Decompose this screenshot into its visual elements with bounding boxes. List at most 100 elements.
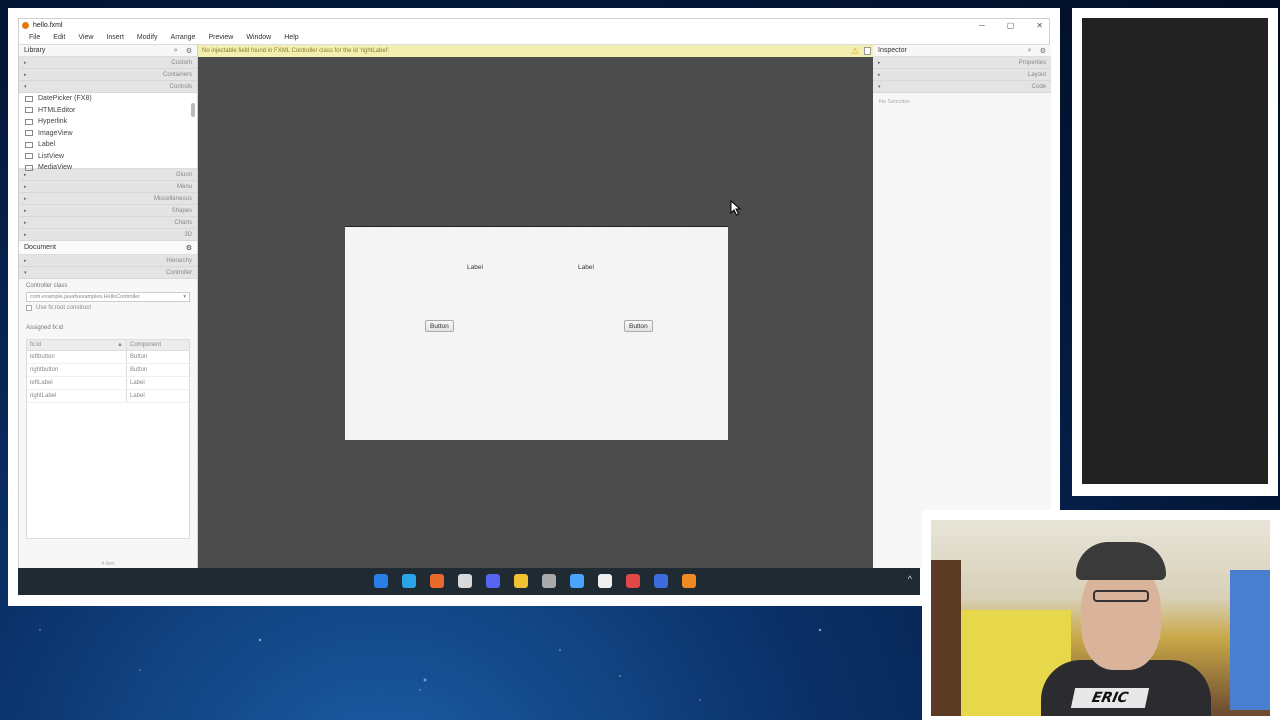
chrome-icon[interactable]: [458, 574, 472, 588]
document-header: Document ⚙: [19, 241, 197, 255]
menu-arrange[interactable]: Arrange: [171, 34, 196, 41]
library-header: Library ⌕ ⚙: [19, 45, 197, 57]
discord-icon[interactable]: [486, 574, 500, 588]
search-tool-icon[interactable]: [570, 574, 584, 588]
menu-view[interactable]: View: [78, 34, 93, 41]
document-icon[interactable]: [864, 47, 871, 55]
library-scrollbar[interactable]: [191, 103, 195, 117]
table-row[interactable]: rightbutton Button: [27, 364, 189, 377]
edge-icon[interactable]: [402, 574, 416, 588]
blue-flag: [1230, 570, 1270, 710]
window-title: hello.fxml: [33, 21, 63, 29]
obs-icon[interactable]: [626, 574, 640, 588]
inspector-section-layout[interactable]: ▸ Layout: [873, 69, 1051, 81]
library-item-list: DatePicker (FX8) HTMLEditor Hyperlink Im…: [19, 93, 197, 171]
library-section-custom[interactable]: ▸ Custom: [19, 57, 197, 69]
document-section-controller[interactable]: ▾ Controller: [19, 267, 197, 279]
warning-message-bar[interactable]: No injectable field found in FXML Contro…: [198, 45, 873, 57]
warning-icon[interactable]: ⚠: [851, 46, 859, 57]
menu-preview[interactable]: Preview: [208, 34, 233, 41]
gear-icon[interactable]: ⚙: [186, 47, 192, 55]
chevron-down-icon: ▾: [24, 269, 27, 276]
inspector-header: Inspector ⌕ ⚙: [873, 45, 1051, 57]
chevron-right-icon: ▸: [24, 219, 27, 226]
left-label[interactable]: Label: [467, 264, 483, 271]
chevron-right-icon: ▸: [24, 257, 27, 264]
table-row[interactable]: leftbutton Button: [27, 351, 189, 364]
controller-area: Controller class com.example.javafxexamp…: [19, 279, 197, 335]
table-row[interactable]: rightLabel Label: [27, 390, 189, 403]
intellij-icon[interactable]: [654, 574, 668, 588]
terminal-icon[interactable]: [542, 574, 556, 588]
library-item[interactable]: DatePicker (FX8): [19, 93, 197, 105]
inspector-section-code[interactable]: ▾ Code: [873, 81, 1051, 93]
maximize-icon[interactable]: ▢: [1007, 21, 1015, 30]
start-icon[interactable]: [374, 574, 388, 588]
fx-root-label: Use fx:root construct: [36, 305, 92, 311]
close-icon[interactable]: ✕: [1036, 21, 1043, 30]
taskbar: ^: [18, 568, 920, 595]
assigned-fields-label: Assigned fx:id: [26, 325, 64, 331]
library-section-shapes[interactable]: ▸ Shapes: [19, 205, 197, 217]
library-section-menu[interactable]: ▸ Menu: [19, 181, 197, 193]
library-section-miscellaneous[interactable]: ▸ Miscellaneous: [19, 193, 197, 205]
scene-builder-icon[interactable]: [682, 574, 696, 588]
hyperlink-icon: [25, 118, 33, 125]
inspector-section-properties[interactable]: ▸ Properties: [873, 57, 1051, 69]
controller-class-combobox[interactable]: com.example.javafxexamples.HelloControll…: [26, 292, 190, 302]
menu-help[interactable]: Help: [284, 34, 298, 41]
column-header-component[interactable]: Component: [127, 340, 189, 350]
fx-root-checkbox-row[interactable]: Use fx:root construct: [26, 305, 190, 311]
design-canvas-pane[interactable]: Label Label Button Button: [345, 226, 728, 440]
library-item[interactable]: Label: [19, 139, 197, 151]
menu-window[interactable]: Window: [246, 34, 271, 41]
media-player-icon[interactable]: [598, 574, 612, 588]
chevron-right-icon: ▸: [24, 71, 27, 78]
menu-file[interactable]: File: [29, 34, 40, 41]
menu-edit[interactable]: Edit: [53, 34, 65, 41]
inspector-panel: Inspector ⌕ ⚙ ▸ Properties ▸ Layout ▾ Code N…: [873, 45, 1051, 569]
chevron-right-icon: ▸: [878, 59, 881, 66]
search-icon[interactable]: ⌕: [1028, 47, 1032, 55]
menu-insert[interactable]: Insert: [106, 34, 124, 41]
glasses: [1093, 590, 1149, 602]
library-section-controls[interactable]: ▾ Controls: [19, 81, 197, 93]
file-explorer-icon[interactable]: [514, 574, 528, 588]
chevron-up-icon[interactable]: ^: [908, 574, 912, 584]
assigned-fields-table: fx:id ▲ Component leftbutton Button rightb…: [26, 339, 190, 539]
search-icon[interactable]: ⌕: [174, 47, 178, 55]
right-label[interactable]: Label: [578, 264, 594, 271]
cap: [1076, 542, 1166, 580]
left-button[interactable]: Button: [425, 320, 454, 332]
no-selection-text: No Selection: [879, 99, 911, 105]
menu-modify[interactable]: Modify: [137, 34, 158, 41]
chevron-right-icon: ▸: [24, 195, 27, 202]
document-section-hierarchy[interactable]: ▸ Hierarchy: [19, 255, 197, 267]
firefox-icon[interactable]: [430, 574, 444, 588]
library-section-3d[interactable]: ▸ 3D: [19, 229, 197, 241]
secondary-dark-panel: [1082, 18, 1268, 484]
fx-root-checkbox[interactable]: [26, 305, 32, 311]
library-item[interactable]: ImageView: [19, 128, 197, 140]
table-row[interactable]: leftLabel Label: [27, 377, 189, 390]
title-bar: hello.fxml ─ ▢ ✕: [19, 19, 1049, 31]
library-item[interactable]: MediaView: [19, 162, 197, 174]
library-item[interactable]: ListView: [19, 151, 197, 163]
library-item[interactable]: HTMLEditor: [19, 105, 197, 117]
right-button[interactable]: Button: [624, 320, 653, 332]
content-area: No injectable field found in FXML Contro…: [198, 45, 873, 569]
gear-icon[interactable]: ⚙: [186, 244, 192, 252]
app-icon: [22, 21, 29, 29]
library-section-charts[interactable]: ▸ Charts: [19, 217, 197, 229]
library-section-containers[interactable]: ▸ Containers: [19, 69, 197, 81]
column-header-fxid[interactable]: fx:id ▲: [27, 340, 127, 350]
bookshelf: [931, 560, 961, 716]
gear-icon[interactable]: ⚙: [1040, 47, 1046, 55]
library-item[interactable]: Hyperlink: [19, 116, 197, 128]
webcam-overlay: ERIC: [922, 510, 1280, 720]
document-title: Document: [24, 244, 56, 251]
minimize-icon[interactable]: ─: [979, 21, 985, 30]
secondary-frame: [1072, 8, 1278, 496]
chevron-right-icon: ▸: [24, 231, 27, 238]
chevron-down-icon: ▾: [24, 83, 27, 90]
